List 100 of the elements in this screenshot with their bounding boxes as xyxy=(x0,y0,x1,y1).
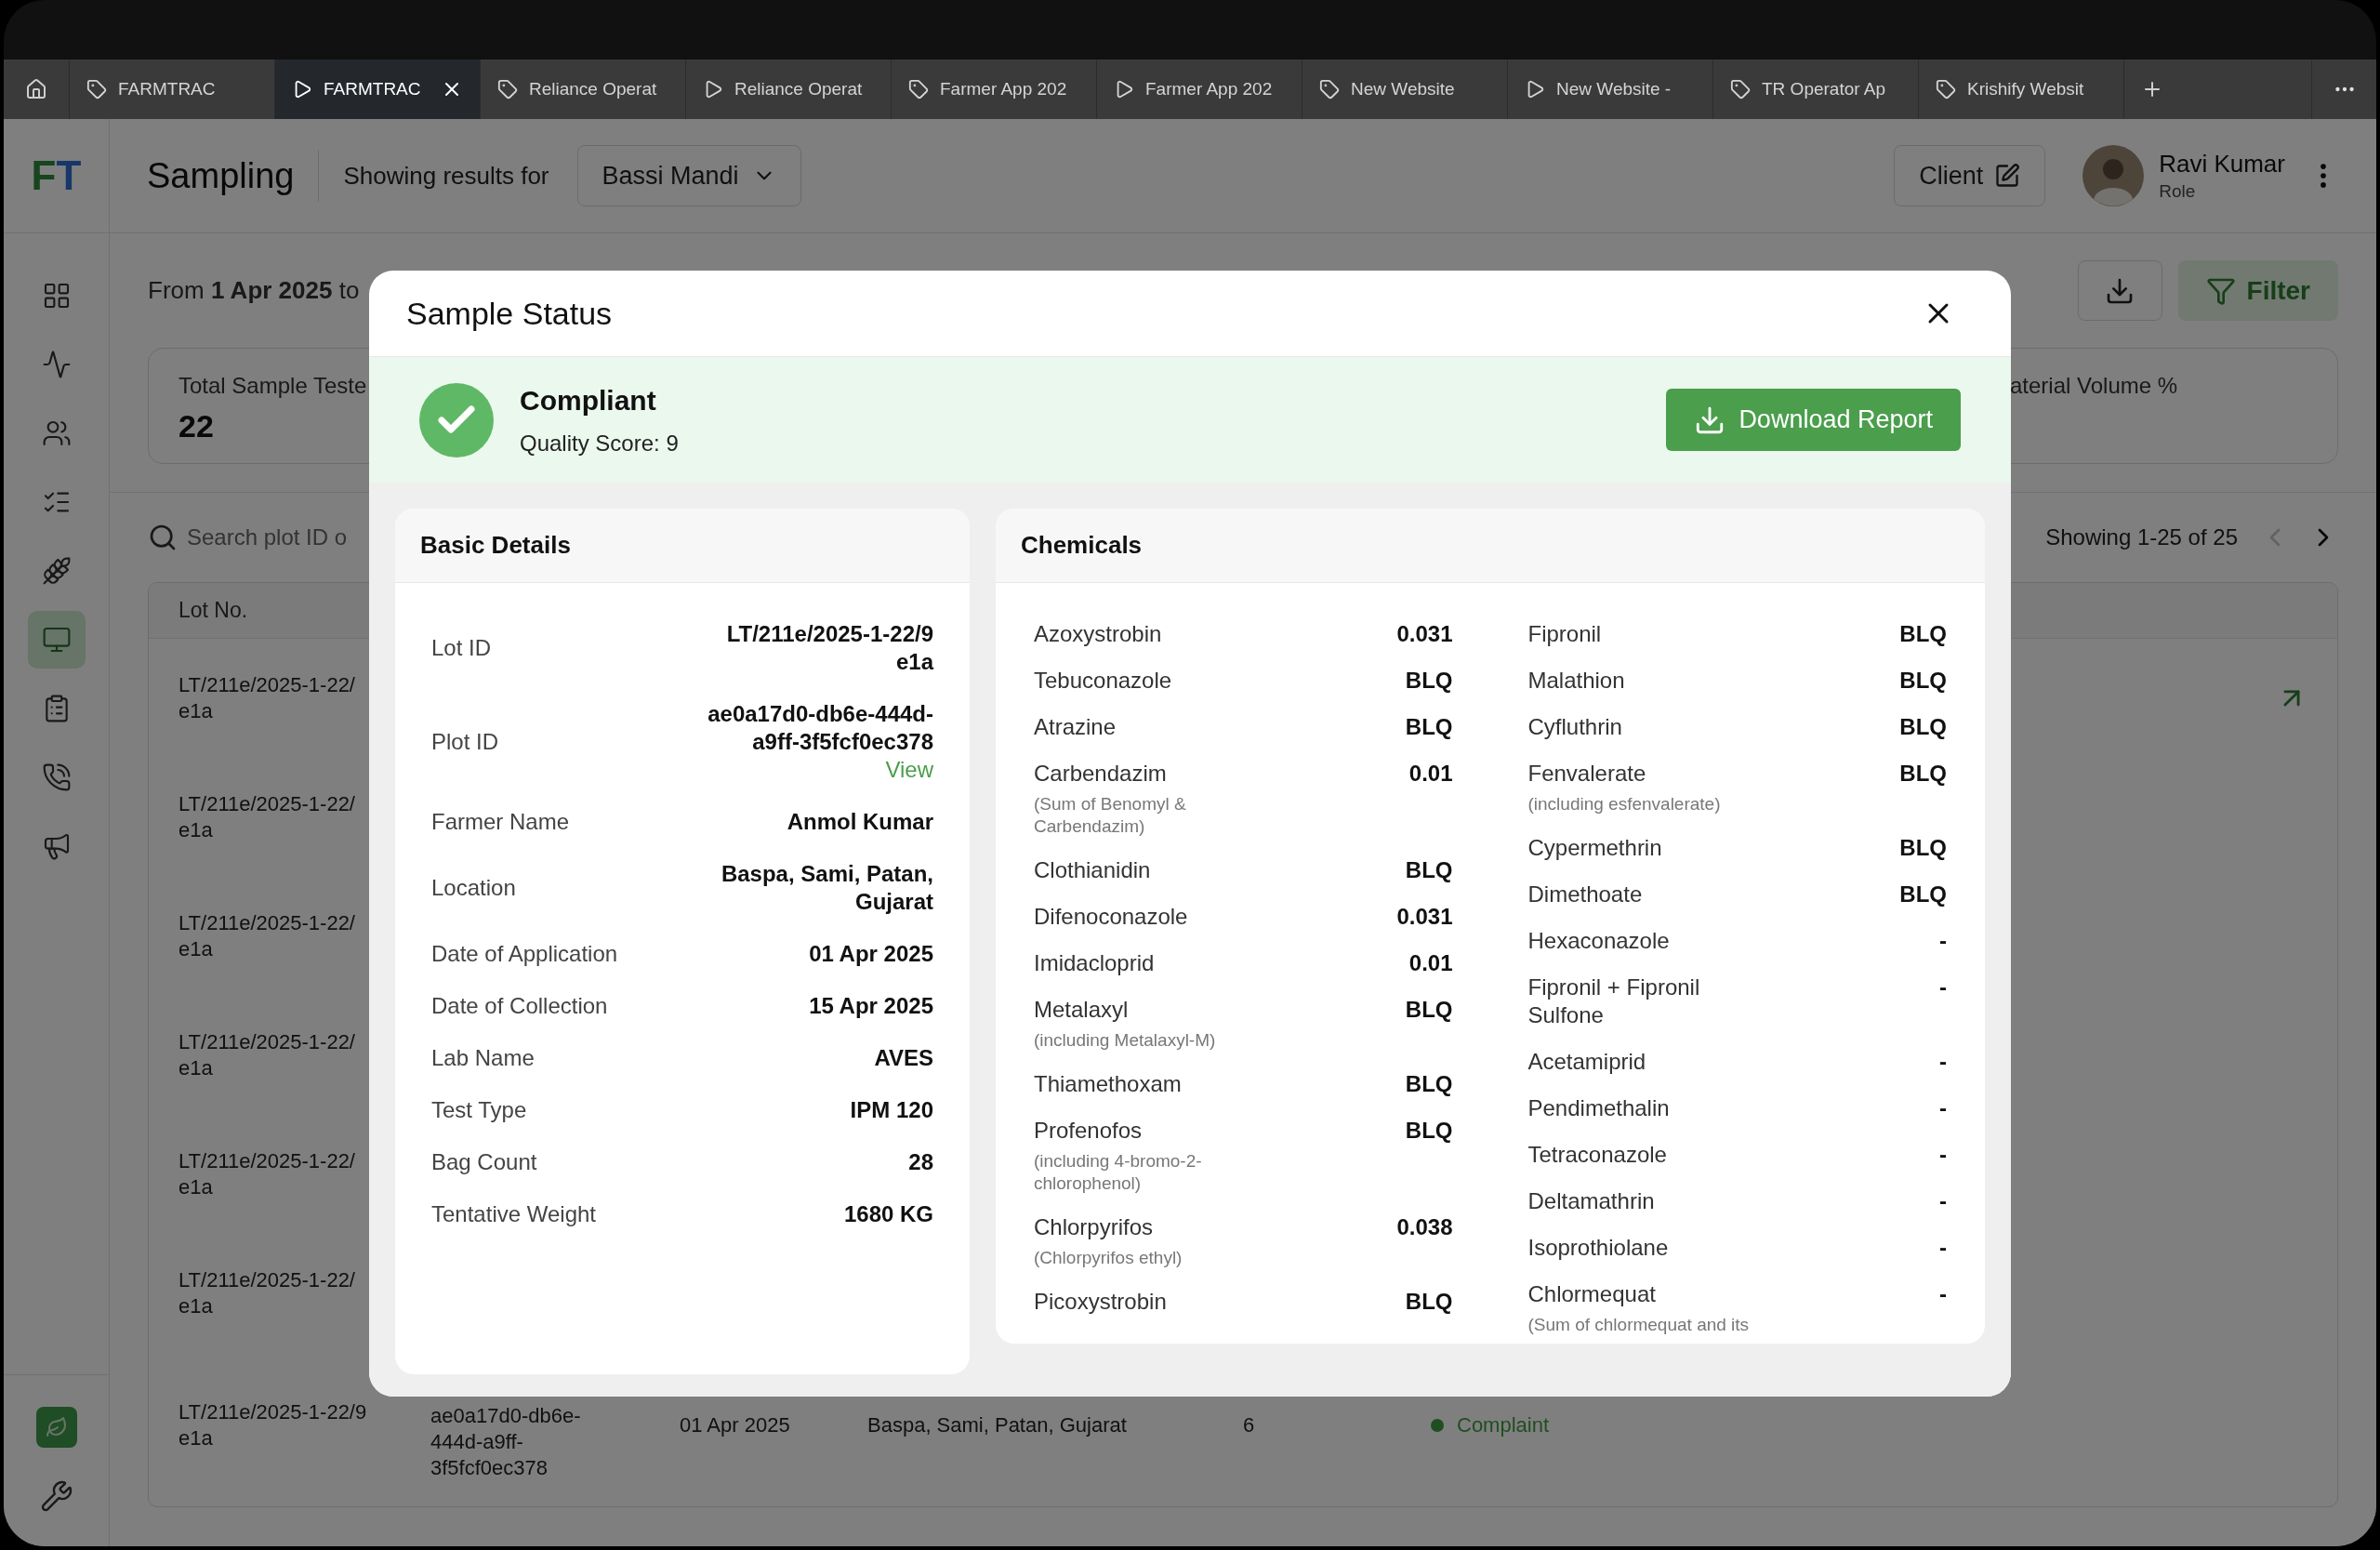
detail-label: Test Type xyxy=(431,1096,527,1124)
table-cell-text: 6 xyxy=(1243,1411,1256,1438)
chemical-name: Difenoconazole xyxy=(1034,903,1188,931)
chemical-value: - xyxy=(1939,1094,1947,1122)
chemical-value: BLQ xyxy=(1899,713,1947,741)
detail-label: Date of Collection xyxy=(431,992,608,1020)
wheat-icon xyxy=(41,556,72,586)
chemical-value: BLQ xyxy=(1405,1070,1453,1098)
tag-icon xyxy=(1730,79,1751,99)
table-cell-text: ae0a17d0-db6e-444d-a9ff-3f5fcf0ec378 xyxy=(430,1403,582,1481)
table-cell-text: 01 Apr 2025 xyxy=(680,1411,791,1438)
chemical-name: Profenofos xyxy=(1034,1117,1144,1145)
chemical-value: BLQ xyxy=(1405,856,1453,884)
phone-icon xyxy=(41,762,72,792)
users-icon xyxy=(41,418,72,448)
chemical-value: - xyxy=(1939,1280,1947,1308)
stat-label: Total Sample Teste xyxy=(178,372,367,400)
detail-value: Baspa, Sami, Patan, Gujarat xyxy=(720,860,933,916)
chemical-name: Imidacloprid xyxy=(1034,949,1155,977)
browser-tab[interactable]: FARMTRAC xyxy=(274,60,480,119)
status-label: Compliant xyxy=(520,384,657,417)
filter-label: Showing results for xyxy=(343,160,549,192)
chemical-value: - xyxy=(1939,1141,1947,1169)
chemical-name: Picoxystrobin xyxy=(1034,1288,1167,1316)
table-cell: LT/211e/2025-1-22/ e1a xyxy=(178,791,355,843)
download-button[interactable] xyxy=(2077,260,2162,321)
home-icon[interactable] xyxy=(25,78,47,100)
leaf-icon xyxy=(45,1416,68,1438)
chemical-name: Cypermethrin xyxy=(1527,834,1662,862)
table-cell-text: LT/211e/2025-1-22/9 e1a xyxy=(178,1398,368,1451)
card-title: Basic Details xyxy=(420,530,571,561)
chemical-name: Acetamiprid xyxy=(1527,1048,1646,1076)
table-cell: LT/211e/2025-1-22/ e1a xyxy=(178,1029,355,1081)
quality-score: Quality Score: 9 xyxy=(520,430,679,457)
chemical-value: 0.01 xyxy=(1408,760,1453,788)
tag-icon xyxy=(86,79,107,99)
chemical-value: - xyxy=(1939,974,1947,1001)
detail-value: AVES xyxy=(874,1044,933,1072)
chemical-note: (including Metalaxyl-M) xyxy=(1034,1029,1216,1052)
chemical-name: Thiamethoxam xyxy=(1034,1070,1182,1098)
chemical-value: BLQ xyxy=(1899,881,1947,908)
chemical-name: Atrazine xyxy=(1034,713,1117,741)
chemical-value: - xyxy=(1939,1187,1947,1215)
pulse-icon xyxy=(41,350,72,379)
leaf-badge[interactable] xyxy=(35,1407,77,1448)
chemical-value: 0.031 xyxy=(1396,903,1453,931)
date-range: From 1 Apr 2025 to xyxy=(148,275,360,306)
chemical-name: Pendimethalin xyxy=(1527,1094,1670,1122)
tag-icon xyxy=(1319,79,1340,99)
chemical-name: Malathion xyxy=(1527,667,1625,695)
user-role: Role xyxy=(2159,180,2197,203)
chemical-value: - xyxy=(1939,1234,1947,1262)
chemical-note: (including 4-bromo-2-chlorophenol) xyxy=(1034,1150,1203,1195)
chemical-name: Clothianidin xyxy=(1034,856,1151,884)
location-dropdown[interactable]: Bassi Mandi xyxy=(576,145,801,206)
detail-label: Farmer Name xyxy=(431,808,570,836)
chemical-name: Fenvalerate xyxy=(1527,760,1647,788)
sidebar-item[interactable] xyxy=(27,611,86,669)
chemical-value: BLQ xyxy=(1899,760,1947,788)
status-text: Complaint xyxy=(1457,1411,1550,1438)
chemical-value: BLQ xyxy=(1899,667,1947,695)
chemical-name: Metalaxyl xyxy=(1034,996,1130,1024)
chemical-name: Chlormequat xyxy=(1527,1280,1657,1308)
chemical-name: Azoxystrobin xyxy=(1034,620,1162,648)
table-cell: LT/211e/2025-1-22/ e1a xyxy=(178,1267,355,1319)
detail-label: Bag Count xyxy=(431,1148,537,1176)
chemical-name: Hexaconazole xyxy=(1527,927,1670,955)
table-cell-text: Baspa, Sami, Patan, Gujarat xyxy=(867,1411,1128,1438)
detail-value: ae0a17d0-db6e-444d-a9ff-3f5fcf0ec378 xyxy=(707,700,933,756)
chemical-name: Tebuconazole xyxy=(1034,667,1172,695)
detail-label: Date of Application xyxy=(431,940,618,968)
wrench-icon[interactable] xyxy=(39,1479,73,1513)
monitor-icon xyxy=(41,625,72,655)
column-header: Lot No. xyxy=(178,597,248,625)
dialog-title: Sample Status xyxy=(406,294,613,333)
chemical-value: BLQ xyxy=(1405,713,1453,741)
chemical-value: 0.038 xyxy=(1396,1213,1453,1241)
chemical-name: Tetraconazole xyxy=(1527,1141,1667,1169)
chemical-name: Carbendazim xyxy=(1034,760,1168,788)
detail-value: 15 Apr 2025 xyxy=(809,992,933,1020)
detail-value: 01 Apr 2025 xyxy=(809,940,933,968)
chemical-value: BLQ xyxy=(1899,834,1947,862)
edit-icon xyxy=(1994,163,2021,189)
chemical-name: Fipronil + Fipronil Sulfone xyxy=(1527,974,1701,1029)
tag-icon xyxy=(1936,79,1956,99)
user-name: Ravi Kumar xyxy=(2159,149,2285,179)
chemical-value: BLQ xyxy=(1405,996,1453,1024)
chemical-value: 0.01 xyxy=(1408,949,1453,977)
chemical-note: (Chlorpyrifos ethyl) xyxy=(1034,1247,1183,1269)
pagination-text: Showing 1-25 of 25 xyxy=(2045,523,2238,551)
detail-label: Plot ID xyxy=(431,728,499,756)
logo: FT xyxy=(31,155,82,196)
search-icon xyxy=(148,523,178,552)
detail-value: 1680 KG xyxy=(843,1200,933,1228)
detail-label: Tentative Weight xyxy=(431,1200,596,1228)
tag-icon xyxy=(908,79,929,99)
table-cell: LT/211e/2025-1-22/ e1a xyxy=(178,672,355,724)
tag-icon xyxy=(497,79,518,99)
detail-value: IPM 120 xyxy=(850,1096,933,1124)
client-button[interactable]: Client xyxy=(1894,145,2046,206)
